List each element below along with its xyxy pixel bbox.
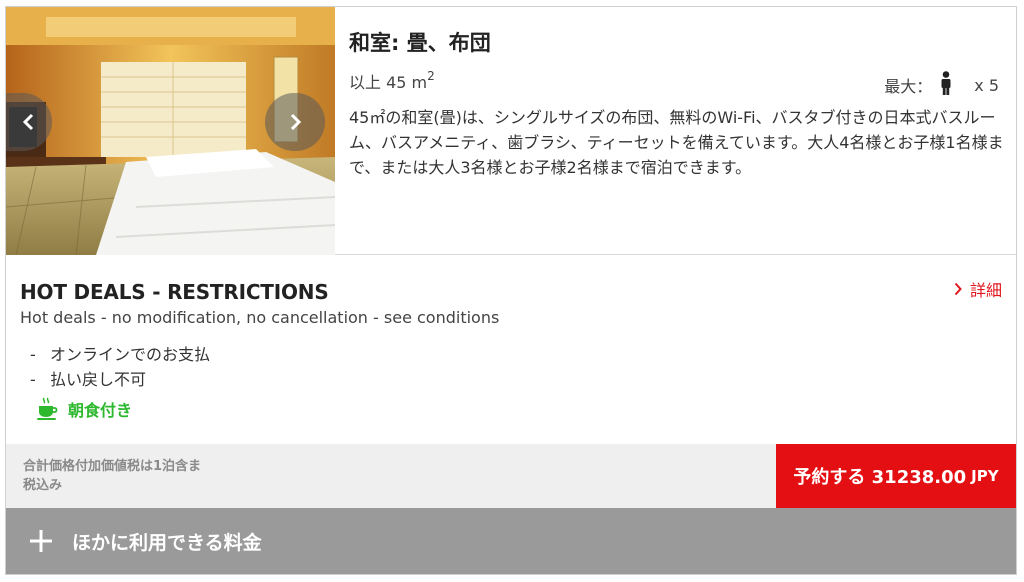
- rate-title: HOT DEALS - RESTRICTIONS: [20, 280, 329, 304]
- book-button[interactable]: 予約する 31238.00 JPY: [776, 444, 1016, 508]
- chevron-left-icon: [22, 113, 34, 131]
- room-photo[interactable]: [6, 7, 335, 255]
- details-link-label: 詳細: [969, 281, 1002, 300]
- person-icon: [940, 71, 952, 99]
- max-occupancy: 最大： x 5: [884, 71, 999, 99]
- max-occupancy-count: x 5: [974, 75, 999, 95]
- tax-note: 合計価格付加価値税は1泊含ま 税込み: [23, 457, 201, 495]
- room-size: 以上 45 m2: [349, 69, 435, 93]
- room-size-unit-exponent: 2: [427, 69, 435, 83]
- room-size-value: 以上 45 m: [349, 73, 428, 92]
- max-occupancy-label: 最大：: [884, 77, 933, 96]
- room-description: 45㎡の和室(畳)は、シングルサイズの布団、無料のWi-Fi、バスタブ付きの日本…: [349, 108, 1004, 177]
- rate-section: HOT DEALS - RESTRICTIONS Hot deals - no …: [6, 256, 1016, 444]
- other-rates-label: ほかに利用できる料金: [72, 531, 262, 554]
- room-info: 和室: 畳、布団 以上 45 m2 最大： x 5 45㎡の和室(畳)は、シング…: [349, 7, 1009, 255]
- room-header: 和室: 畳、布団 以上 45 m2 最大： x 5 45㎡の和室(畳)は、シング…: [6, 7, 1016, 255]
- details-link[interactable]: 詳細: [954, 277, 1002, 301]
- room-card: 和室: 畳、布団 以上 45 m2 最大： x 5 45㎡の和室(畳)は、シング…: [5, 6, 1017, 575]
- plus-icon: [30, 530, 52, 552]
- rate-conditions: オンラインでのお支払 払い戻し不可: [30, 342, 210, 392]
- list-item: 払い戻し不可: [30, 367, 210, 392]
- rate-subtitle: Hot deals - no modification, no cancella…: [20, 308, 500, 327]
- tax-note-line-1: 合計価格付加価値税は1泊含ま: [23, 459, 202, 474]
- breakfast-included: 朝食付き: [36, 397, 132, 421]
- list-item: オンラインでのお支払: [30, 342, 210, 367]
- room-title: 和室: 畳、布団: [349, 31, 491, 55]
- currency-label: JPY: [971, 467, 999, 485]
- other-rates-button[interactable]: ほかに利用できる料金: [6, 508, 1016, 574]
- book-button-label: 予約する 31238.00: [793, 467, 967, 488]
- chevron-right-icon: [290, 113, 302, 131]
- price-bar: 合計価格付加価値税は1泊含ま 税込み 予約する 31238.00 JPY: [6, 444, 1016, 508]
- coffee-cup-icon: [37, 397, 58, 420]
- tax-note-line-2: 税込み: [23, 478, 63, 493]
- chevron-right-icon: [954, 282, 962, 296]
- photo-next-button[interactable]: [265, 93, 325, 151]
- breakfast-label: 朝食付き: [68, 401, 133, 420]
